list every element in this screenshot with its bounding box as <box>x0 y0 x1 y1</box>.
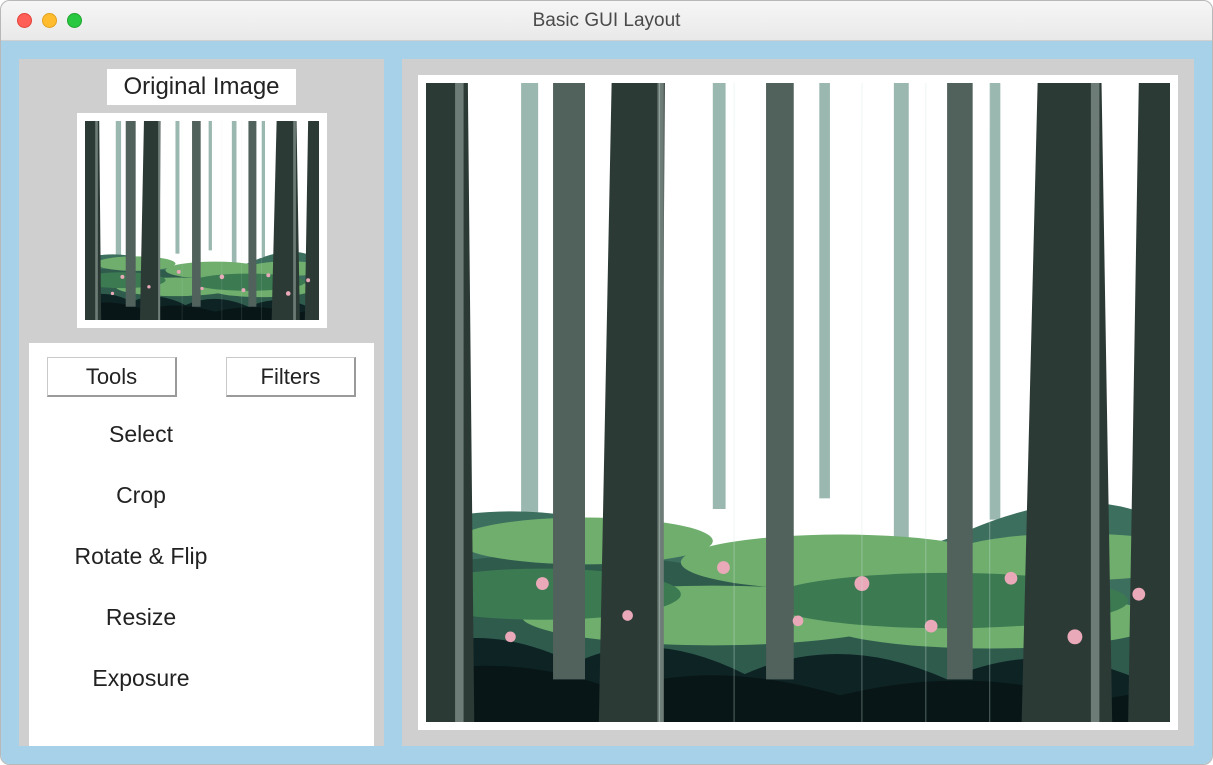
titlebar: Basic GUI Layout <box>1 1 1212 41</box>
tab-filters[interactable]: Filters <box>226 357 356 397</box>
sidebar: Original Image Tools Filters Select Crop… <box>19 59 384 746</box>
window-controls <box>17 13 82 28</box>
tool-resize[interactable]: Resize <box>51 604 231 631</box>
main-panel <box>402 59 1194 746</box>
tab-row: Tools Filters <box>47 357 356 397</box>
tool-crop[interactable]: Crop <box>51 482 231 509</box>
tool-rotate-flip[interactable]: Rotate & Flip <box>51 543 231 570</box>
tab-tools[interactable]: Tools <box>47 357 177 397</box>
tools-panel: Tools Filters Select Crop Rotate & Flip … <box>29 343 374 746</box>
app-window: Basic GUI Layout Original Image Tools Fi… <box>0 0 1213 765</box>
forest-image-main[interactable] <box>426 83 1170 722</box>
tool-list: Select Crop Rotate & Flip Resize Exposur… <box>47 417 356 692</box>
window-title: Basic GUI Layout <box>1 10 1212 32</box>
tool-select[interactable]: Select <box>51 421 231 448</box>
client-area: Original Image Tools Filters Select Crop… <box>1 41 1212 764</box>
forest-image-icon <box>85 121 319 320</box>
main-image-frame <box>418 75 1178 730</box>
close-icon[interactable] <box>17 13 32 28</box>
original-image-thumbnail <box>77 113 327 328</box>
original-image-label: Original Image <box>107 69 295 105</box>
minimize-icon[interactable] <box>42 13 57 28</box>
tool-exposure[interactable]: Exposure <box>51 665 231 692</box>
zoom-icon[interactable] <box>67 13 82 28</box>
